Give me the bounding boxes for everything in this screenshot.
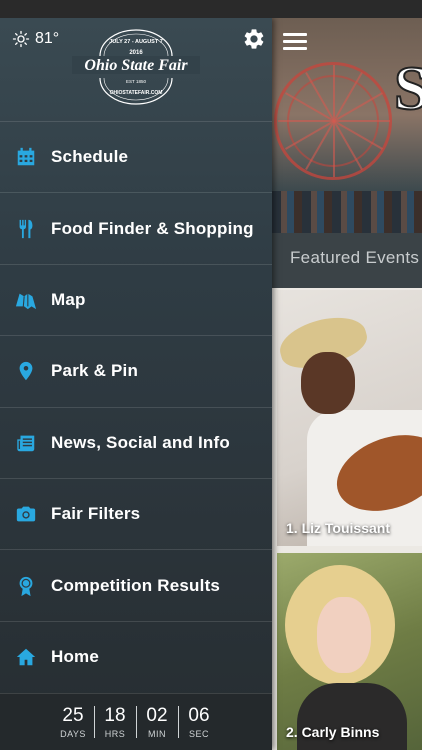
menu-item-schedule[interactable]: Schedule [0,121,272,192]
weather-widget: 81° [12,30,59,48]
event-card[interactable]: 1. Liz Touissant [277,290,422,546]
countdown-seconds: 06 SEC [188,705,210,739]
menu-item-label: Fair Filters [51,504,141,524]
svg-text:JULY 27 - AUGUST 7: JULY 27 - AUGUST 7 [109,39,163,45]
event-card[interactable]: 2. Carly Binns [277,553,422,750]
featured-events-header: Featured Events [272,233,422,288]
menu-item-home[interactable]: Home [0,620,272,692]
drawer-menu: Schedule Food Finder & Shopping Map Park… [0,121,272,692]
map-icon [14,288,38,312]
menu-item-label: Competition Results [51,575,221,595]
menu-item-label: Map [51,289,86,309]
countdown-days: 25 DAYS [60,705,86,739]
menu-item-food-finder[interactable]: Food Finder & Shopping [0,192,272,263]
ribbon-icon [14,574,38,598]
calendar-icon [14,145,38,169]
menu-item-label: News, Social and Info [51,432,230,452]
location-pin-icon [14,359,38,383]
ferris-wheel-image [274,62,392,180]
menu-item-map[interactable]: Map [0,263,272,335]
menu-item-label: Park & Pin [51,361,139,381]
svg-text:OHIOSTATEFAIR.COM: OHIOSTATEFAIR.COM [110,90,163,96]
countdown-minutes: 02 MIN [146,705,168,739]
hero-banner: St [272,18,422,233]
navigation-drawer: 81° JULY 27 - AUGUST 7 2016 Ohio State F… [0,18,272,750]
svg-text:Ohio State Fair: Ohio State Fair [84,57,188,74]
camera-icon [14,502,38,526]
svg-text:EST 1850: EST 1850 [126,79,146,84]
status-bar [0,0,422,18]
newspaper-icon [14,431,38,455]
temperature: 81° [35,30,60,47]
menu-item-park-and-pin[interactable]: Park & Pin [0,335,272,406]
event-card-caption: 1. Liz Touissant [286,520,390,536]
menu-item-label: Schedule [51,147,129,167]
menu-item-competition-results[interactable]: Competition Results [0,549,272,620]
home-icon [14,645,38,669]
settings-gear-icon[interactable] [242,27,266,51]
fair-countdown: 25 DAYS 18 HRS 02 MIN 06 SEC [0,693,272,750]
menu-item-label: Home [51,646,100,666]
featured-events-title: Featured Events [290,248,420,267]
hamburger-menu-icon[interactable] [283,33,307,51]
drawer-header: 81° JULY 27 - AUGUST 7 2016 Ohio State F… [0,18,272,121]
fork-knife-icon [14,217,38,241]
sun-icon [12,30,30,48]
countdown-hours: 18 HRS [104,705,126,739]
crowd-image [272,191,422,233]
event-card-caption: 2. Carly Binns [286,724,380,740]
hero-logo-partial: St [393,55,422,123]
menu-item-fair-filters[interactable]: Fair Filters [0,477,272,549]
menu-item-news-social-info[interactable]: News, Social and Info [0,406,272,478]
svg-text:2016: 2016 [129,50,143,56]
ohio-state-fair-logo: JULY 27 - AUGUST 7 2016 Ohio State Fair … [72,29,200,105]
menu-item-label: Food Finder & Shopping [51,218,254,238]
main-screen: St Featured Events 1. Liz Touissant 2. C… [272,18,422,750]
